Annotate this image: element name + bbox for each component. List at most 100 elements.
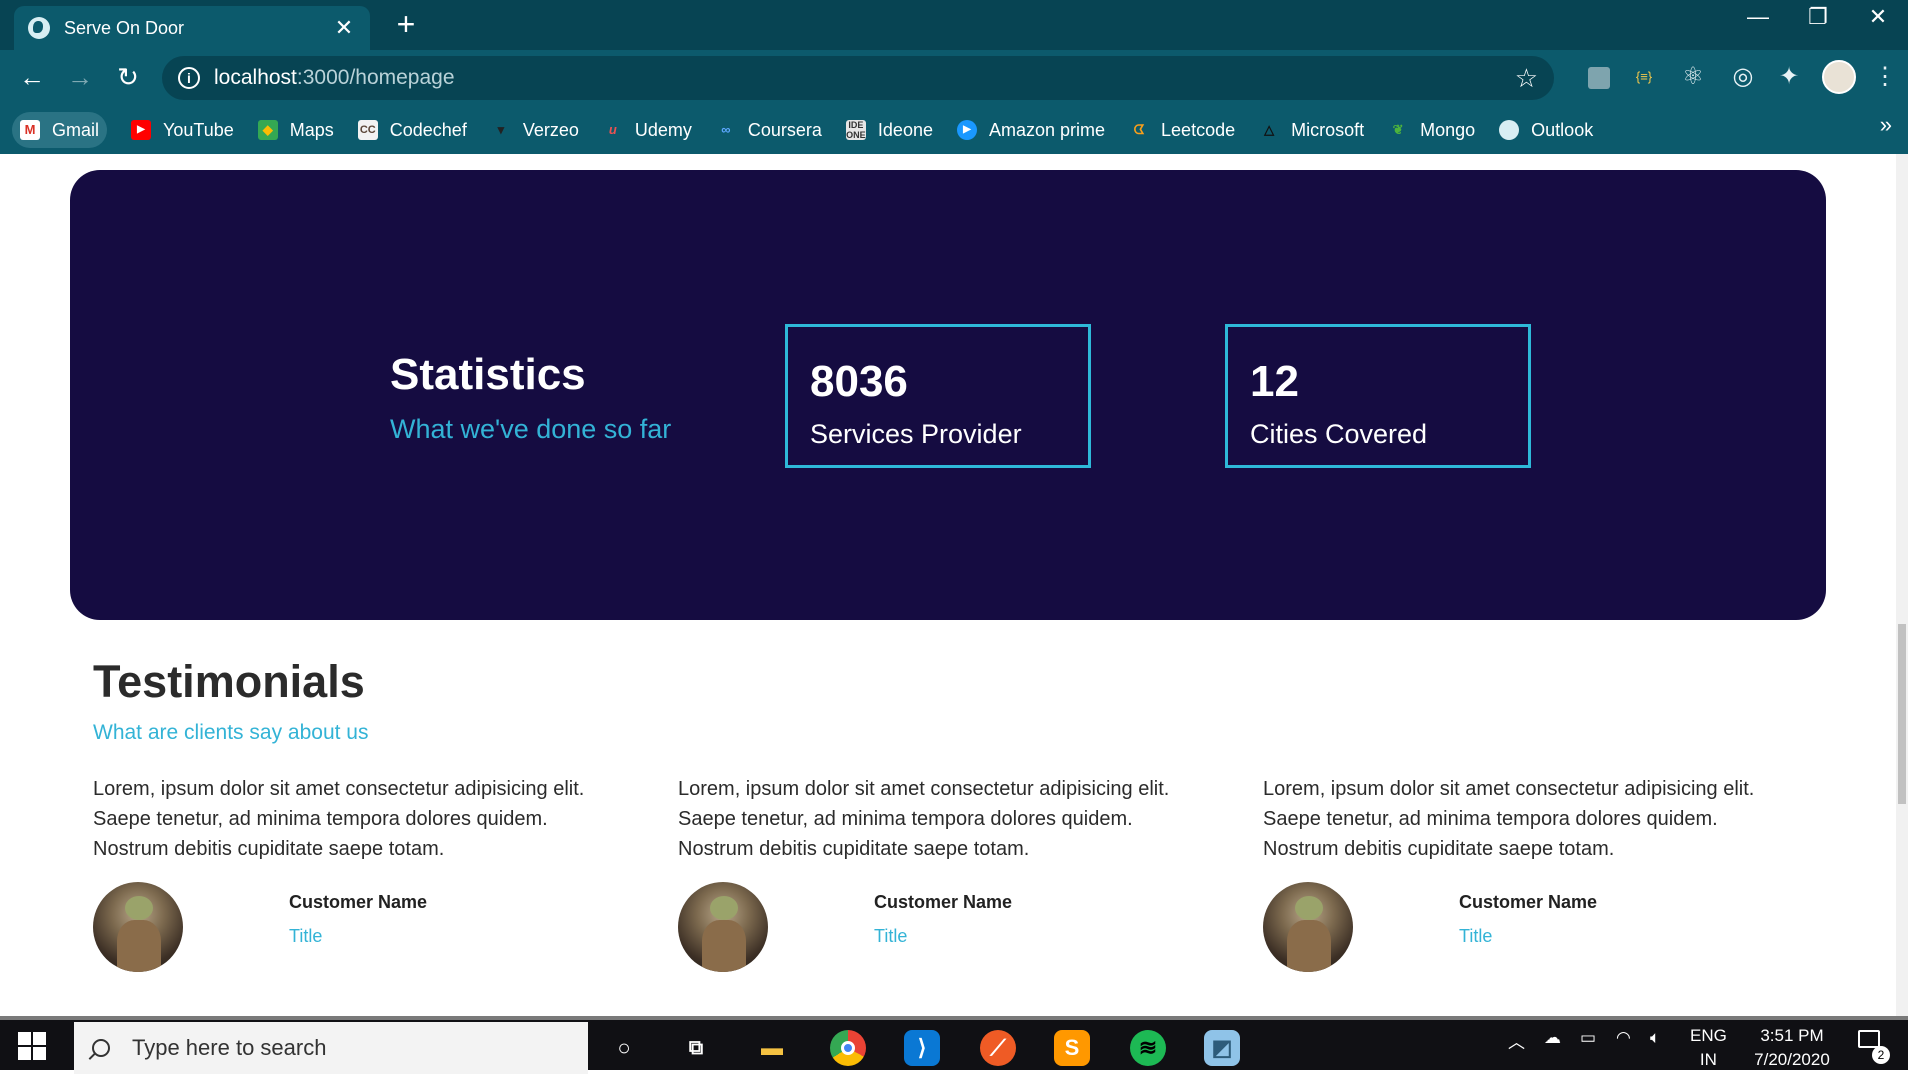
bookmark-gmail[interactable]: M Gmail <box>12 112 108 148</box>
testimonial-quote: Lorem, ipsum dolor sit amet consectetur … <box>678 774 1238 864</box>
task-view-icon[interactable]: ⧉ <box>678 1030 714 1066</box>
bookmark-udemy[interactable]: u Udemy <box>603 112 692 148</box>
customer-name: Customer Name <box>874 892 1013 912</box>
sublime-text-icon[interactable]: S <box>1054 1030 1090 1066</box>
scrollbar-thumb[interactable] <box>1898 624 1906 804</box>
restore-button[interactable]: ❐ <box>1790 4 1846 30</box>
json-viewer-icon[interactable]: {≡} <box>1627 60 1661 94</box>
mongodb-leaf-icon: ❦ <box>1392 122 1404 137</box>
bookmark-label: Microsoft <box>1291 119 1365 140</box>
bookmark-microsoft[interactable]: △ Microsoft <box>1259 112 1364 148</box>
address-bar[interactable]: i localhost :3000/homepage ☆ <box>162 56 1554 100</box>
notification-center-icon[interactable]: 2 <box>1858 1030 1890 1064</box>
customer-title: Title <box>874 926 908 946</box>
statistics-subtitle: What we've done so far <box>390 414 672 444</box>
ideone-icon: IDE ONE <box>845 120 866 140</box>
testimonial-quote: Lorem, ipsum dolor sit amet consectetur … <box>93 774 653 864</box>
tab-close-button[interactable]: ✕ <box>332 15 356 41</box>
statistics-title: Statistics <box>390 350 586 399</box>
reload-button[interactable]: ↻ <box>110 62 146 92</box>
vscode-icon[interactable]: ⟩ <box>904 1030 940 1066</box>
clock[interactable]: 3:51 PM 7/20/2020 <box>1742 1024 1842 1072</box>
wifi-icon[interactable]: ◠ <box>1616 1028 1631 1048</box>
testimonials-title: Testimonials <box>93 656 365 707</box>
browser-toolbar: ← → ↻ i localhost :3000/homepage ☆ {≡} ⚛… <box>0 50 1908 106</box>
udemy-icon: u <box>608 122 617 137</box>
bookmarks-bar: M Gmail ▶ YouTube ◆ Maps CC Codechef ▾ V… <box>0 106 1908 154</box>
notification-count-badge: 2 <box>1872 1046 1890 1064</box>
bookmark-star-icon[interactable]: ☆ <box>1515 63 1538 94</box>
onedrive-cloud-icon[interactable]: ☁ <box>1544 1028 1561 1048</box>
minimize-button[interactable]: — <box>1730 4 1786 30</box>
bookmark-youtube[interactable]: ▶ YouTube <box>131 112 234 148</box>
windows-start-icon[interactable] <box>18 1032 48 1062</box>
spotify-icon[interactable]: ≋ <box>1130 1030 1166 1066</box>
profile-avatar[interactable] <box>1822 60 1856 94</box>
stat-card-services: 8036 Services Provider <box>785 324 1091 468</box>
file-explorer-icon[interactable]: ▬ <box>754 1030 790 1066</box>
clock-date: 7/20/2020 <box>1754 1050 1830 1069</box>
page-scrollbar[interactable] <box>1896 154 1908 1016</box>
quote-line: Nostrum debitis cupiditate saepe totam. <box>93 838 445 860</box>
react-devtools-icon[interactable]: ⚛ <box>1676 60 1710 94</box>
back-button[interactable]: ← <box>14 62 50 92</box>
menu-kebab-icon[interactable]: ⋮ <box>1868 60 1902 94</box>
codechef-icon: CC <box>357 120 378 140</box>
forward-button[interactable]: → <box>62 62 98 92</box>
tab-serve-on-door[interactable]: Serve On Door ✕ <box>14 6 370 50</box>
postman-icon[interactable]: ⟋ <box>980 1030 1016 1066</box>
bookmark-mongo[interactable]: ❦ Mongo <box>1388 112 1476 148</box>
battery-icon[interactable]: ▭ <box>1580 1028 1596 1048</box>
globe-icon <box>1499 120 1520 140</box>
stat-label: Services Provider <box>810 419 1022 449</box>
region-code: IN <box>1699 1050 1717 1069</box>
notepad-icon[interactable]: ◩ <box>1204 1030 1240 1066</box>
site-info-icon[interactable]: i <box>178 67 200 89</box>
gmail-icon: M <box>20 120 40 140</box>
language-indicator[interactable]: ENG IN <box>1690 1024 1727 1072</box>
microsoft-icon: △ <box>1264 122 1275 137</box>
quote-line: Lorem, ipsum dolor sit amet consectetur … <box>93 778 585 800</box>
search-icon <box>92 1039 110 1057</box>
stat-value: 8036 <box>810 357 908 406</box>
customer-avatar <box>93 882 183 972</box>
cortana-icon[interactable]: ○ <box>606 1030 642 1066</box>
verzeo-icon: ▾ <box>497 122 505 137</box>
bookmark-label: Verzeo <box>522 119 579 140</box>
taskbar-search-box[interactable]: Type here to search <box>74 1022 588 1074</box>
bookmark-maps[interactable]: ◆ Maps <box>257 112 334 148</box>
tab-title: Serve On Door <box>64 17 185 38</box>
browser-chrome: Serve On Door ✕ + — ❐ ✕ ← → ↻ i localhos… <box>0 0 1908 154</box>
volume-icon[interactable]: 🔈︎ <box>1650 1028 1660 1048</box>
quote-line: Nostrum debitis cupiditate saepe totam. <box>1263 838 1615 860</box>
search-placeholder: Type here to search <box>132 1035 327 1060</box>
customer-avatar <box>1263 882 1353 972</box>
bookmark-label: Mongo <box>1420 119 1476 140</box>
bookmark-verzeo[interactable]: ▾ Verzeo <box>491 112 579 148</box>
bookmark-label: Amazon prime <box>988 119 1106 140</box>
testimonial-card: Lorem, ipsum dolor sit amet consectetur … <box>93 774 653 978</box>
bookmark-leetcode[interactable]: ᗧ Leetcode <box>1129 112 1235 148</box>
bookmark-codechef[interactable]: CC Codechef <box>357 112 467 148</box>
statistics-heading: Statistics What we've done so far <box>390 350 671 445</box>
show-hidden-icons-chevron-icon[interactable]: ︿ <box>1508 1028 1525 1053</box>
target-icon[interactable]: ◎ <box>1726 60 1760 94</box>
extension-square-icon[interactable] <box>1582 60 1616 94</box>
customer-name: Customer Name <box>1459 892 1598 912</box>
new-tab-button[interactable]: + <box>392 8 420 40</box>
puzzle-icon[interactable]: ✦ <box>1772 60 1806 94</box>
testimonial-author: Customer Name Title <box>1263 882 1823 978</box>
bookmark-coursera[interactable]: ∞ Coursera <box>716 112 822 148</box>
quote-line: Lorem, ipsum dolor sit amet consectetur … <box>678 778 1170 800</box>
bookmark-label: YouTube <box>163 119 234 140</box>
stat-value: 12 <box>1250 357 1299 406</box>
bookmark-outlook[interactable]: Outlook <box>1499 112 1593 148</box>
bookmarks-overflow-button[interactable]: » <box>1880 112 1892 138</box>
testimonial-author: Customer Name Title <box>678 882 1238 978</box>
close-window-button[interactable]: ✕ <box>1850 4 1906 30</box>
bookmark-label: Maps <box>289 119 334 140</box>
chrome-icon[interactable] <box>830 1030 866 1066</box>
bookmark-amazon-prime[interactable]: ▶ Amazon prime <box>956 112 1106 148</box>
tab-strip: Serve On Door ✕ + — ❐ ✕ <box>0 0 1908 50</box>
bookmark-ideone[interactable]: IDE ONE Ideone <box>845 112 933 148</box>
